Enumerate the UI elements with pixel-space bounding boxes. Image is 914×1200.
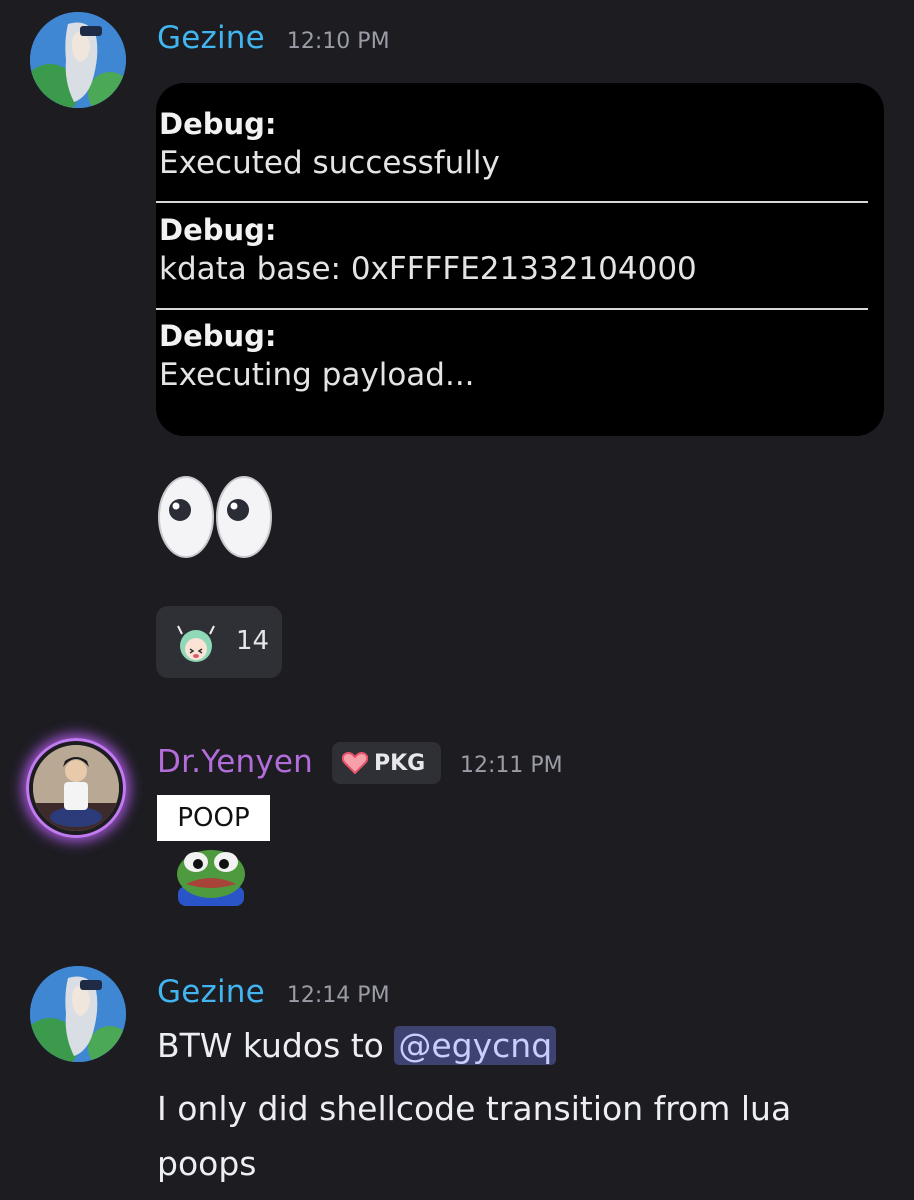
user-mention[interactable]: @egycnq — [394, 1026, 557, 1065]
embed-body: Executed successfully — [159, 145, 500, 181]
message-1: Gezine 12:10 PM Debug: Executed successf… — [0, 0, 914, 700]
message-timestamp: 12:10 PM — [286, 29, 390, 54]
user-avatar-gezine[interactable] — [30, 12, 126, 108]
message-line-3: poops — [157, 1144, 257, 1183]
pepe-frog-emote — [172, 842, 250, 906]
message-timestamp: 12:11 PM — [460, 753, 563, 778]
embed-block-2: Debug: kdata base: 0xFFFFE21332104000 — [159, 213, 871, 287]
user-avatar-gezine[interactable] — [30, 966, 126, 1062]
username-gezine[interactable]: Gezine — [157, 20, 265, 56]
poop-sticker: POOP — [157, 795, 270, 841]
anime-girl-emote-icon — [172, 620, 220, 664]
embed-title: Debug: — [159, 319, 277, 353]
embed-body: Executing payload... — [159, 357, 475, 393]
embed-block-1: Debug: Executed successfully — [159, 107, 871, 181]
avatar-image — [33, 745, 119, 831]
embed-body: kdata base: 0xFFFFE21332104000 — [159, 251, 697, 287]
user-avatar-dryenyen[interactable] — [33, 745, 119, 831]
username-gezine[interactable]: Gezine — [157, 974, 265, 1010]
message-line-1: BTW kudos to @egycnq — [157, 1026, 557, 1065]
debug-embed: Debug: Executed successfully Debug: kdat… — [156, 83, 884, 436]
message-line-2: I only did shellcode transition from lua — [157, 1089, 792, 1128]
embed-block-3: Debug: Executing payload... — [159, 319, 871, 393]
sticker-text: POOP — [177, 803, 250, 833]
embed-divider — [156, 201, 868, 203]
server-tag[interactable]: PKG — [332, 742, 441, 784]
avatar-image — [30, 966, 126, 1062]
avatar-image — [30, 12, 126, 108]
message-timestamp: 12:14 PM — [286, 983, 390, 1008]
embed-divider — [156, 308, 868, 310]
embed-title: Debug: — [159, 107, 277, 141]
message-text: BTW kudos to — [157, 1026, 395, 1065]
reaction-count: 14 — [236, 626, 270, 656]
server-tag-label: PKG — [374, 750, 426, 776]
reaction-button[interactable]: 14 — [156, 606, 282, 678]
username-dryenyen[interactable]: Dr.Yenyen — [157, 744, 313, 780]
eyes-emoji — [156, 472, 276, 562]
embed-title: Debug: — [159, 213, 277, 247]
heart-icon — [341, 752, 369, 775]
